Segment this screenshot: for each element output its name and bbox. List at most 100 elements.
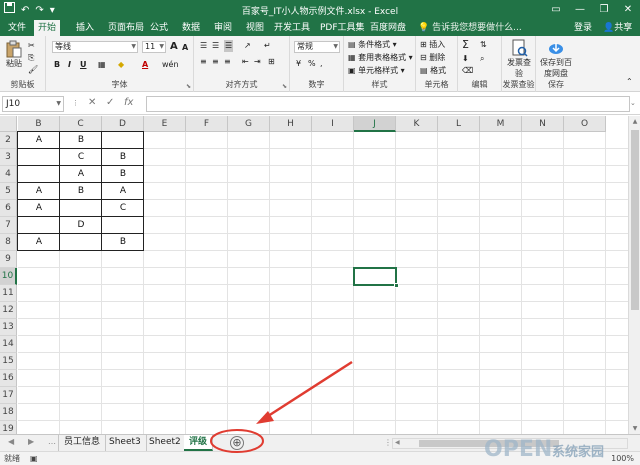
column-header-k[interactable]: K xyxy=(396,116,438,132)
phonetic-button[interactable]: wén xyxy=(162,59,179,71)
vertical-scrollbar[interactable]: ▲ ▼ xyxy=(628,116,640,434)
find-select-icon[interactable]: ⌕ xyxy=(480,53,484,65)
column-header-l[interactable]: L xyxy=(438,116,480,132)
row-header-12[interactable]: 12 xyxy=(0,302,17,319)
format-cells-button[interactable]: ▤ 格式 xyxy=(420,65,446,77)
tab-baidu-netdisk[interactable]: 百度网盘 xyxy=(366,20,410,36)
sheet-tab-sheet3[interactable]: Sheet3 xyxy=(104,435,147,451)
font-size-select[interactable]: 11 ▼ xyxy=(142,41,166,53)
cell-styles-button[interactable]: ▣ 单元格样式 ▾ xyxy=(348,65,405,77)
font-dialog-launcher-icon[interactable]: ⬊ xyxy=(186,83,191,90)
add-sheet-button[interactable]: ⊕ xyxy=(230,436,244,450)
column-header-f[interactable]: F xyxy=(186,116,228,132)
alignment-dialog-launcher-icon[interactable]: ⬊ xyxy=(282,83,287,90)
sheet-tab-sheet2[interactable]: Sheet2 xyxy=(144,435,187,451)
sort-filter-icon[interactable]: ⇅ xyxy=(480,39,487,51)
fill-icon[interactable]: ⬇ xyxy=(462,53,469,65)
cut-icon[interactable]: ✂ xyxy=(28,40,35,52)
comma-button[interactable]: , xyxy=(320,58,323,70)
more-sheets-icon[interactable]: … xyxy=(48,437,56,446)
font-color-button[interactable]: A xyxy=(142,60,148,69)
row-header-6[interactable]: 6 xyxy=(0,200,17,217)
more-icon[interactable]: ⋮ xyxy=(72,99,79,107)
tab-data[interactable]: 数据 xyxy=(178,20,204,36)
cell-c4[interactable]: A xyxy=(60,166,102,183)
orientation-icon[interactable]: ↗ xyxy=(244,40,251,52)
align-right-icon[interactable]: ≡ xyxy=(224,56,231,68)
column-header-c[interactable]: C xyxy=(60,116,102,132)
cell-c5[interactable]: B xyxy=(60,183,102,200)
macro-record-icon[interactable]: ▣ xyxy=(30,452,38,465)
clear-icon[interactable]: ⌫ xyxy=(462,65,473,77)
tab-page-layout[interactable]: 页面布局 xyxy=(104,20,148,36)
shrink-font-button[interactable]: A xyxy=(182,43,188,52)
paste-button[interactable]: 粘贴 xyxy=(4,40,24,69)
next-sheet-icon[interactable]: ▶ xyxy=(28,437,34,446)
percent-button[interactable]: % xyxy=(308,58,316,70)
scroll-up-icon[interactable]: ▲ xyxy=(629,118,640,125)
row-header-15[interactable]: 15 xyxy=(0,353,17,370)
active-cell-j10[interactable] xyxy=(353,267,399,288)
column-header-h[interactable]: H xyxy=(270,116,312,132)
invoice-check-button[interactable]: 发票查验 xyxy=(504,39,534,79)
column-header-o[interactable]: O xyxy=(564,116,606,132)
column-header-n[interactable]: N xyxy=(522,116,564,132)
restore-icon[interactable]: ❐ xyxy=(592,0,616,20)
sheet-tab-employee-info[interactable]: 员工信息 xyxy=(58,435,107,451)
cell-d5[interactable]: A xyxy=(102,183,144,200)
worksheet-grid[interactable]: B C D E F G H I J K L M N O 2 3 4 5 6 7 8 9 10 11 12 13 14 15 16 17 18… xyxy=(0,116,640,434)
row-header-18[interactable]: 18 xyxy=(0,404,17,421)
share-button[interactable]: 👤共享 xyxy=(603,20,632,36)
tab-home[interactable]: 开始 xyxy=(34,20,61,36)
fill-color-icon[interactable]: ◆ xyxy=(118,59,124,71)
collapse-ribbon-icon[interactable]: ⌃ xyxy=(626,76,633,88)
row-header-13[interactable]: 13 xyxy=(0,319,17,336)
enter-icon[interactable]: ✓ xyxy=(106,97,114,108)
save-to-baidu-button[interactable]: 保存到百度网盘 xyxy=(538,39,574,79)
currency-icon[interactable]: ¥ xyxy=(296,58,301,70)
row-header-9[interactable]: 9 xyxy=(0,251,17,268)
close-icon[interactable]: ✕ xyxy=(616,0,640,20)
autosum-button[interactable]: Σ xyxy=(462,39,469,51)
italic-button[interactable]: I xyxy=(68,60,71,69)
align-left-icon[interactable]: ≡ xyxy=(200,56,207,68)
select-all-button[interactable] xyxy=(0,116,17,132)
fill-handle[interactable] xyxy=(394,283,399,288)
row-header-8[interactable]: 8 xyxy=(0,234,17,251)
sign-in-link[interactable]: 登录 xyxy=(574,20,592,36)
wrap-text-icon[interactable]: ↵ xyxy=(264,40,271,52)
align-top-icon[interactable]: ☰ xyxy=(200,40,207,52)
tab-insert[interactable]: 插入 xyxy=(72,20,98,36)
cell-d8[interactable]: B xyxy=(102,234,144,251)
cancel-icon[interactable]: ✕ xyxy=(88,97,96,108)
tab-review[interactable]: 审阅 xyxy=(210,20,236,36)
row-header-16[interactable]: 16 xyxy=(0,370,17,387)
cell-c2[interactable]: B xyxy=(60,132,102,149)
align-middle-icon[interactable]: ☰ xyxy=(212,40,219,52)
align-center-icon[interactable]: ≡ xyxy=(212,56,219,68)
cell-b5[interactable]: A xyxy=(18,183,60,200)
cell-c3[interactable]: C xyxy=(60,149,102,166)
underline-button[interactable]: U xyxy=(80,60,87,69)
minimize-icon[interactable]: — xyxy=(568,0,592,20)
tab-view[interactable]: 视图 xyxy=(242,20,268,36)
number-format-select[interactable]: 常规 ▼ xyxy=(294,41,340,53)
increase-indent-icon[interactable]: ⇥ xyxy=(254,56,261,68)
tab-formulas[interactable]: 公式 xyxy=(146,20,172,36)
tab-developer[interactable]: 开发工具 xyxy=(270,20,314,36)
scroll-left-icon[interactable]: ◀ xyxy=(395,439,400,446)
row-header-14[interactable]: 14 xyxy=(0,336,17,353)
font-name-select[interactable]: 等线 ▼ xyxy=(52,41,138,53)
format-as-table-button[interactable]: ▦ 套用表格格式 ▾ xyxy=(348,52,413,64)
column-header-j[interactable]: J xyxy=(354,116,396,132)
column-header-e[interactable]: E xyxy=(144,116,186,132)
cell-d6[interactable]: C xyxy=(102,200,144,217)
conditional-format-button[interactable]: ▤ 条件格式 ▾ xyxy=(348,39,397,51)
row-header-10[interactable]: 10 xyxy=(0,268,17,285)
column-header-d[interactable]: D xyxy=(102,116,144,132)
vertical-scroll-thumb[interactable] xyxy=(631,130,639,310)
delete-cells-button[interactable]: ⊟ 删除 xyxy=(420,52,445,64)
cell-d4[interactable]: B xyxy=(102,166,144,183)
row-header-3[interactable]: 3 xyxy=(0,149,17,166)
row-header-17[interactable]: 17 xyxy=(0,387,17,404)
